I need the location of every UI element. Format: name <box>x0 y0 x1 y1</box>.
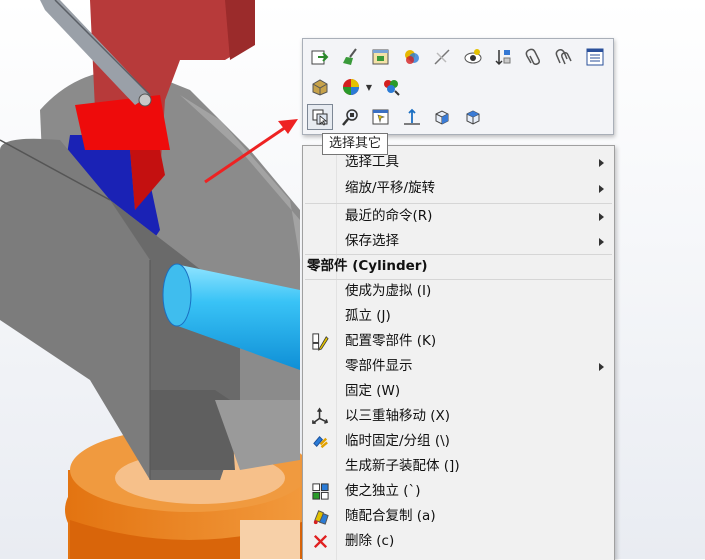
double-paperclip-icon[interactable] <box>551 44 577 70</box>
menu-item-label: 使之独立 (`) <box>345 483 421 499</box>
toolbar-row-1 <box>307 44 612 70</box>
menu-item-new-subassembly[interactable]: 生成新子装配体 (]) <box>303 454 614 479</box>
toolbar-row-3 <box>307 104 490 130</box>
display-style-icon[interactable] <box>460 104 486 130</box>
submenu-arrow-icon <box>599 159 604 167</box>
menu-item-label: 缩放/平移/旋转 <box>345 180 436 196</box>
menu-item-label: 最近的命令(R) <box>345 208 433 224</box>
menu-item-make-independent[interactable]: 使之独立 (`) <box>303 479 614 504</box>
menu-item-isolate[interactable]: 孤立 (J) <box>303 304 614 329</box>
window-icon[interactable] <box>368 44 394 70</box>
temp-fix-icon <box>311 432 330 451</box>
view-orientation-icon[interactable] <box>429 104 455 130</box>
submenu-arrow-icon <box>599 238 604 246</box>
menu-item-label: 生成新子装配体 (]) <box>345 458 460 474</box>
menu-item-label: 随配合复制 (a) <box>345 508 436 524</box>
color-palette-icon[interactable] <box>338 74 364 100</box>
normal-to-icon[interactable] <box>399 104 425 130</box>
submenu-arrow-icon <box>599 213 604 221</box>
hide-icon[interactable] <box>429 44 455 70</box>
export-icon[interactable] <box>307 44 333 70</box>
menu-item-label: 使成为虚拟 (I) <box>345 283 432 299</box>
menu-item-component-display[interactable]: 零部件显示 <box>303 354 614 379</box>
show-icon[interactable] <box>460 44 486 70</box>
menu-item-label: 临时固定/分组 (\) <box>345 433 450 449</box>
menu-item-temp-fix-group[interactable]: 临时固定/分组 (\) <box>303 429 614 454</box>
menu-item-fix[interactable]: 固定 (W) <box>303 379 614 404</box>
menu-item-label: 孤立 (J) <box>345 308 391 324</box>
paperclip-icon[interactable] <box>521 44 547 70</box>
window-select-icon[interactable] <box>368 104 394 130</box>
context-menu: 选择工具 缩放/平移/旋转 最近的命令(R) 保存选择 零部件 (Cylinde… <box>302 145 615 560</box>
menu-item-label: 以三重轴移动 (X) <box>345 408 451 424</box>
menu-item-label: 零部件显示 <box>345 358 413 374</box>
make-independent-icon <box>311 482 330 501</box>
list-icon[interactable] <box>582 44 608 70</box>
menu-item-save-selection[interactable]: 保存选择 <box>303 229 614 254</box>
multi-color-icon[interactable] <box>378 74 404 100</box>
menu-item-configure-component[interactable]: 配置零部件 (K) <box>303 329 614 354</box>
menu-item-move-triad[interactable]: 以三重轴移动 (X) <box>303 404 614 429</box>
chevron-down-icon[interactable]: ▼ <box>364 74 374 100</box>
context-toolbar: ▼ <box>302 38 614 135</box>
appearance-icon[interactable] <box>399 44 425 70</box>
delete-icon <box>311 532 330 551</box>
menu-item-recent-commands[interactable]: 最近的命令(R) <box>303 204 614 229</box>
copy-with-mates-icon <box>311 507 330 526</box>
menu-item-label: 配置零部件 (K) <box>345 333 437 349</box>
menu-item-label: 保存选择 <box>345 233 399 249</box>
menu-item-label: 删除 (c) <box>345 533 395 549</box>
menu-item-make-virtual[interactable]: 使成为虚拟 (I) <box>303 279 614 304</box>
submenu-arrow-icon <box>599 363 604 371</box>
menu-item-label: 固定 (W) <box>345 383 401 399</box>
sort-icon[interactable] <box>490 44 516 70</box>
menu-section-header: 零部件 (Cylinder) <box>303 254 614 279</box>
submenu-arrow-icon <box>599 185 604 193</box>
material-icon[interactable] <box>307 74 333 100</box>
toolbar-row-2: ▼ <box>307 74 409 100</box>
configure-component-icon <box>311 332 330 351</box>
menu-item-zoom-pan-rotate[interactable]: 缩放/平移/旋转 <box>303 176 614 201</box>
section-header-label: 零部件 (Cylinder) <box>307 258 428 274</box>
zoom-to-selection-icon[interactable] <box>338 104 364 130</box>
triad-icon <box>311 407 330 426</box>
tooltip: 选择其它 <box>322 133 389 155</box>
broom-icon[interactable] <box>338 44 364 70</box>
menu-item-delete[interactable]: 删除 (c) <box>303 529 614 554</box>
menu-item-copy-with-mates[interactable]: 随配合复制 (a) <box>303 504 614 529</box>
select-other-icon[interactable] <box>307 104 333 130</box>
